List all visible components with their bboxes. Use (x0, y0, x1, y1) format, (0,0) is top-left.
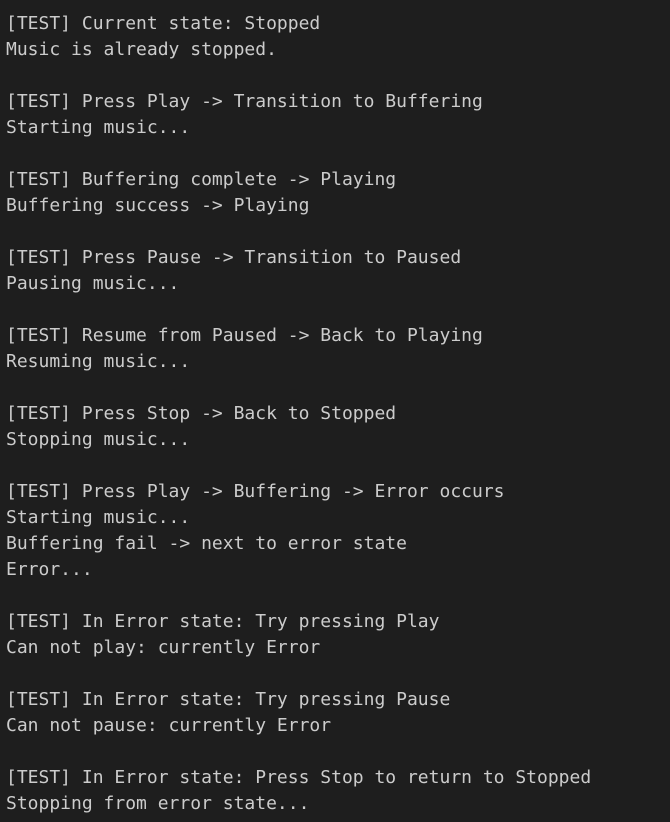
output-line: Stopping music... (6, 429, 191, 450)
output-line: Starting music... (6, 507, 191, 528)
output-line: Pausing music... (6, 273, 180, 294)
output-line: [TEST] In Error state: Try pressing Play (6, 611, 440, 632)
output-line: [TEST] In Error state: Press Stop to ret… (6, 767, 592, 788)
output-line: [TEST] In Error state: Try pressing Paus… (6, 689, 451, 710)
output-line: [TEST] Press Stop -> Back to Stopped (6, 403, 397, 424)
output-line: [TEST] Resume from Paused -> Back to Pla… (6, 325, 483, 346)
terminal-output[interactable]: [TEST] Current state: Stopped Music is a… (0, 0, 670, 822)
output-line: Stopping from error state... (6, 793, 310, 814)
output-line: Buffering fail -> next to error state (6, 533, 407, 554)
output-line: Error... (6, 559, 93, 580)
output-line: Can not pause: currently Error (6, 715, 332, 736)
output-line: Starting music... (6, 117, 191, 138)
output-line: [TEST] Current state: Stopped (6, 13, 321, 34)
output-line: [TEST] Press Play -> Transition to Buffe… (6, 91, 483, 112)
output-line: Resuming music... (6, 351, 191, 372)
output-line: Can not play: currently Error (6, 637, 321, 658)
output-line: [TEST] Press Pause -> Transition to Paus… (6, 247, 462, 268)
output-line: [TEST] Buffering complete -> Playing (6, 169, 397, 190)
output-line: Music is already stopped. (6, 39, 277, 60)
output-line: Buffering success -> Playing (6, 195, 310, 216)
output-line: [TEST] Press Play -> Buffering -> Error … (6, 481, 505, 502)
